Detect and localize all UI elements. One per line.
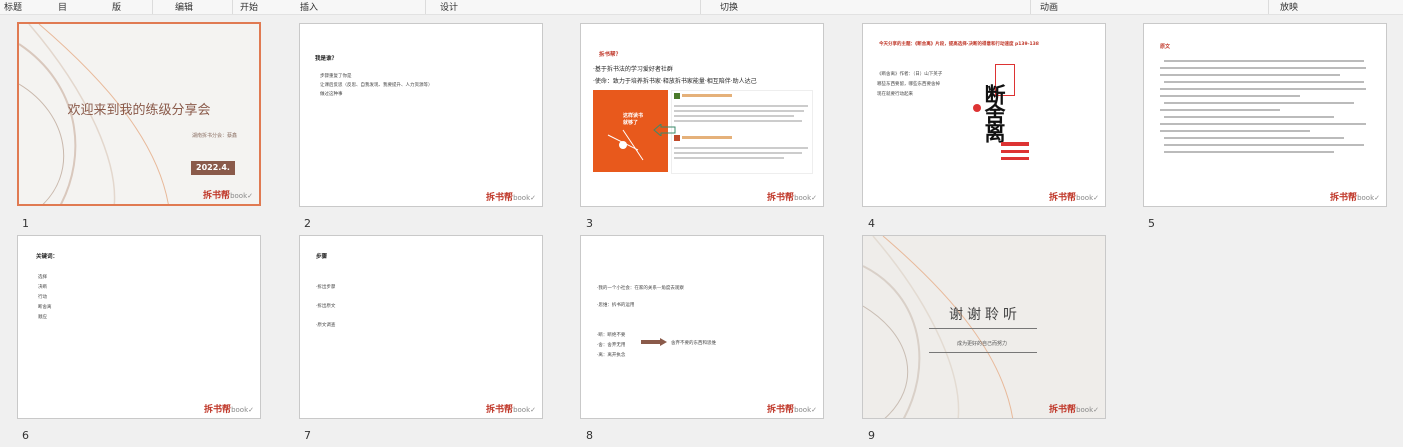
slide-header: 拆书帮？ (599, 52, 622, 58)
bullet-item: 步骤重复了你是 (320, 74, 352, 79)
ribbon-item[interactable]: 放映 (1280, 0, 1298, 13)
brand-logo: 拆书帮book✓ (1049, 193, 1099, 203)
bullet-item: ·原文调查 (316, 323, 336, 328)
slide-number: 1 (22, 217, 29, 230)
slide-title: 欢迎来到我的练级分享会 (67, 103, 211, 118)
bullet-item: 做过这种事 (320, 92, 343, 97)
slide-thumbnail-1[interactable]: 欢迎来到我的练级分享会 湖南拆书分会：蔡鑫 2022.4. 拆书帮book✓ (17, 22, 261, 206)
slide-heading: 我是谁？ (315, 56, 338, 62)
slide-thumbnail-4[interactable]: 今天分享的主题：《断舍离》片段，提高选择·决断的得意和行动速度 p139-138… (862, 23, 1106, 207)
bullet-item: ·我的一个小社会：在家的关系—角度去观察 (597, 286, 684, 291)
bullet-item: ·断：断绝不要 (597, 333, 626, 338)
bullet-item: 行动 (38, 295, 47, 300)
slide-number: 9 (868, 429, 875, 442)
slide-heading: 关键词： (36, 254, 59, 260)
bullet-item: ·拆出原文 (316, 304, 336, 309)
arrow-caption: 舍弃不要的东西和思维 (671, 341, 716, 346)
brand-logo: 拆书帮book✓ (767, 193, 817, 203)
slide-number: 3 (586, 217, 593, 230)
slide-number: 4 (868, 217, 875, 230)
bullet-item: ·舍：舍弃无用 (597, 343, 626, 348)
date-badge: 2022.4. (191, 161, 235, 175)
slide-subtitle: 成为更好的自己而努力 (957, 341, 1008, 347)
slide-header: 今天分享的主题：《断舍离》片段，提高选择·决断的得意和行动速度 p139-138 (879, 42, 1039, 47)
bullet-item: 顺应 (38, 315, 47, 320)
brand-logo: 拆书帮book✓ (486, 405, 536, 415)
bullet-item: ·基于拆书法的学习爱好者社群 (593, 66, 673, 73)
slide-number: 6 (22, 429, 29, 442)
review-screenshot (671, 90, 813, 174)
slide-thumbnail-9[interactable]: 谢谢聆听 成为更好的自己而努力 拆书帮book✓ (862, 235, 1106, 419)
bullet-item: 让课后反思（反思、自我发现、我要提升、人力资源等） (320, 83, 433, 88)
ribbon-item[interactable]: 开始 (240, 0, 258, 13)
bullet-item: ·拆出步骤 (316, 285, 336, 290)
slide-title: 谢谢聆听 (949, 307, 1021, 323)
slide-thumbnail-8[interactable]: ·我的一个小社会：在家的关系—角度去观察 ·思维：拆书的运用 ·断：断绝不要 ·… (580, 235, 824, 419)
brand-logo: 拆书帮book✓ (486, 193, 536, 203)
bullet-item: 现在就要行动起来 (877, 92, 913, 97)
ribbon-item[interactable]: 版 (112, 0, 121, 13)
bullet-item: 《断舍离》作者：（日）山下英子 (877, 72, 943, 77)
ribbon-item[interactable]: 编辑 (175, 0, 193, 13)
slide-thumbnail-3[interactable]: 拆书帮？ ·基于拆书法的学习爱好者社群 ·使命：致力于培养拆书家·释放拆书家能量… (580, 23, 824, 207)
bullet-item: ·使命：致力于培养拆书家·释放拆书家能量·相互陪伴·助人达己 (593, 78, 757, 85)
brand-logo: 拆书帮book✓ (767, 405, 817, 415)
slide-thumbnail-7[interactable]: 步骤 ·拆出步骤 ·拆出原文 ·原文调查 拆书帮book✓ (299, 235, 543, 419)
slide-number: 2 (304, 217, 311, 230)
slide-header: 原文 (1160, 44, 1171, 50)
title-divider (929, 328, 1037, 329)
bullet-item: 选择 (38, 275, 47, 280)
slide-number: 8 (586, 429, 593, 442)
bullet-item: 哪些东西要留，哪些东西要舍掉 (877, 82, 940, 87)
slide-subtitle: 湖南拆书分会：蔡鑫 (191, 133, 237, 139)
ribbon-item[interactable]: 目 (58, 0, 67, 13)
brand-logo: 拆书帮book✓ (203, 191, 253, 201)
arrow-left-icon (653, 124, 676, 136)
slide-thumbnail-6[interactable]: 关键词： 选择 决断 行动 断舍离 顺应 拆书帮book✓ (17, 235, 261, 419)
ribbon-item[interactable]: 切换 (720, 0, 738, 13)
brand-logo: 拆书帮book✓ (204, 405, 254, 415)
bullet-item: 断舍离 (38, 305, 52, 310)
ribbon-item[interactable]: 设计 (440, 0, 458, 13)
ribbon-item[interactable]: 插入 (300, 0, 318, 13)
ribbon-toolbar: 标题 目 版 编辑 开始 插入 设计 切换 动画 放映 (0, 0, 1403, 15)
slide-number: 7 (304, 429, 311, 442)
slide-thumbnail-5[interactable]: 原文 拆书帮book✓ (1143, 23, 1387, 207)
ribbon-item[interactable]: 标题 (4, 0, 22, 13)
bullet-item: ·离：离开执念 (597, 353, 626, 358)
arrow-right-icon (641, 338, 667, 346)
book-cover-image: 断舍离 (971, 62, 1031, 180)
ribbon-item[interactable]: 动画 (1040, 0, 1058, 13)
slide-number: 5 (1148, 217, 1155, 230)
slide-heading: 步骤 (316, 254, 328, 260)
brand-logo: 拆书帮book✓ (1330, 193, 1380, 203)
slide-thumbnail-2[interactable]: 我是谁？ 步骤重复了你是 让课后反思（反思、自我发现、我要提升、人力资源等） 做… (299, 23, 543, 207)
title-divider (929, 352, 1037, 353)
bullet-item: 决断 (38, 285, 47, 290)
bullet-item: ·思维：拆书的运用 (597, 303, 635, 308)
brand-logo: 拆书帮book✓ (1049, 405, 1099, 415)
